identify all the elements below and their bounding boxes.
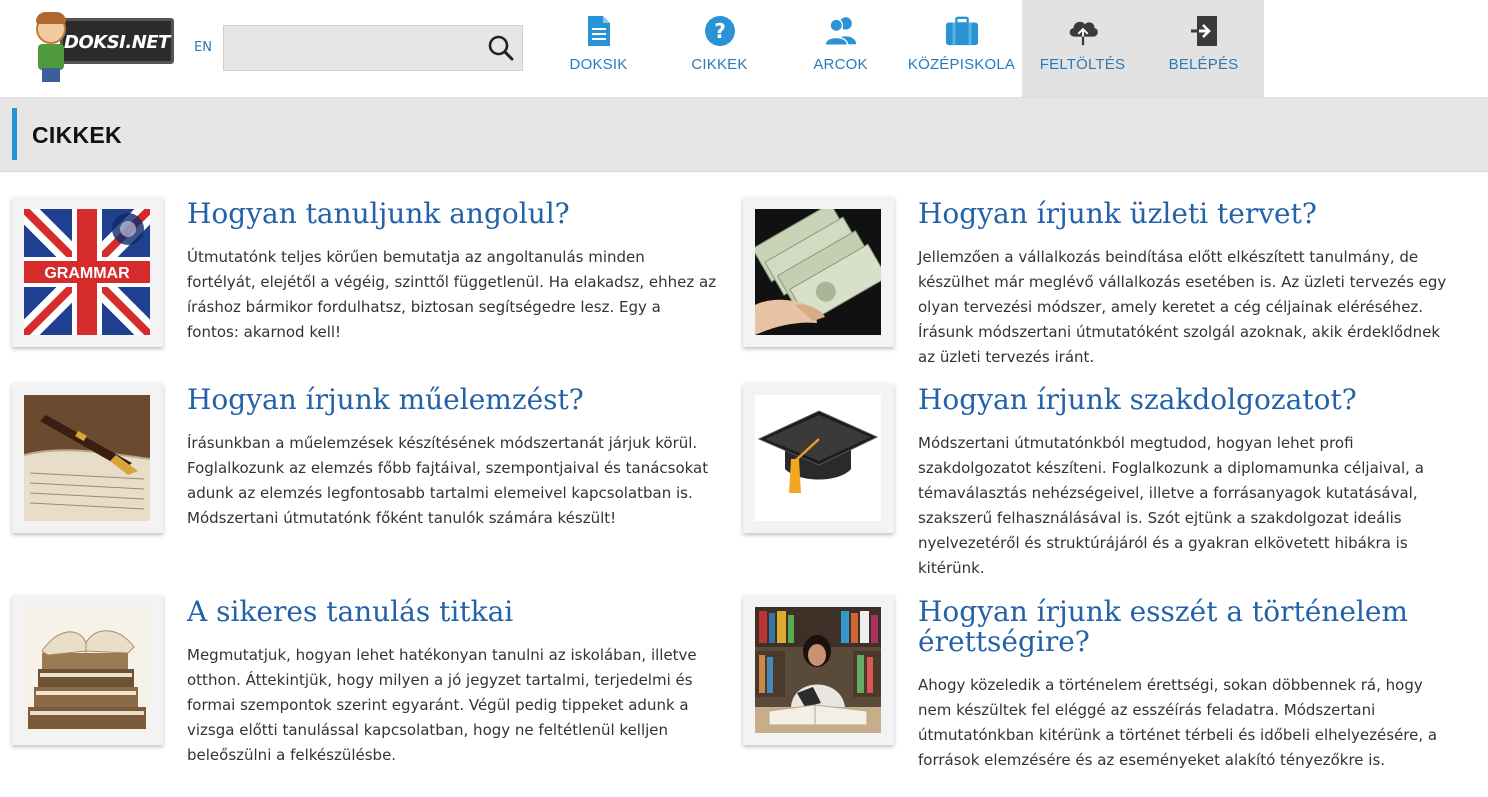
main-nav: DOKSIK ? CIKKEK ARCOK KÖZÉPISKOLA FELTÖL… [538,0,1264,97]
grammar-flag-image: GRAMMAR [24,209,150,335]
article-thumbnail[interactable] [12,383,163,533]
document-icon [582,14,616,48]
article-summary: Jellemzően a vállalkozás beindítása előt… [918,248,1447,366]
article-card: GRAMMAR Hogyan tanuljunk angolul? Útmuta… [12,197,732,367]
section-accent-bar [12,108,17,160]
flag-grammar-text: GRAMMAR [44,265,130,282]
nav-item-belepes[interactable]: BELÉPÉS [1143,0,1264,97]
article-thumbnail[interactable]: GRAMMAR [12,197,163,347]
nav-item-arcok[interactable]: ARCOK [780,0,901,97]
logo-text: DOKSI.NET [64,32,170,53]
site-logo[interactable]: DOKSI.NET [30,10,176,84]
article-thumbnail[interactable] [743,197,894,347]
site-header: DOKSI.NET EN DOKSIK ? CIKKEK ARCOK KÖZÉP… [0,0,1488,98]
nav-label: FELTÖLTÉS [1039,56,1126,73]
article-title-link[interactable]: Hogyan írjunk üzleti tervet? [918,199,1448,229]
logo-boy-legs [42,68,60,82]
section-header: CIKKEK [0,98,1488,172]
article-thumbnail[interactable] [743,595,894,745]
money-image [755,209,881,335]
article-title-link[interactable]: Hogyan tanuljunk angolul? [187,199,717,229]
search-button[interactable] [482,30,520,66]
graduation-cap-image [755,395,881,521]
search-input[interactable] [224,26,474,70]
article-card: Hogyan írjunk üzleti tervet? Jellemzően … [743,197,1463,377]
book-stack-image [24,607,150,733]
nav-label: BELÉPÉS [1168,56,1239,73]
article-title-link[interactable]: Hogyan írjunk műelemzést? [187,385,717,415]
article-thumbnail[interactable] [743,383,894,533]
logo-boy-body [38,44,64,70]
nav-label: ARCOK [813,56,868,73]
article-title-link[interactable]: Hogyan írjunk esszét a történelem éretts… [918,597,1448,657]
article-summary: Módszertani útmutatónkból megtudod, hogy… [918,434,1424,577]
cloud-upload-icon [1066,14,1100,48]
svg-text:?: ? [714,19,726,43]
search-box [223,25,523,71]
nav-item-feltoltes[interactable]: FELTÖLTÉS [1022,0,1143,97]
student-library-image [755,607,881,733]
article-card: Hogyan írjunk szakdolgozatot? Módszertan… [743,383,1463,588]
article-title-link[interactable]: Hogyan írjunk szakdolgozatot? [918,385,1448,415]
article-card: Hogyan írjunk műelemzést? Írásunkban a m… [12,383,732,553]
nav-label: DOKSIK [569,56,628,73]
logo-boy-hair [36,12,66,24]
article-title-link[interactable]: A sikeres tanulás titkai [187,597,717,627]
search-icon [488,35,514,61]
nav-item-doksik[interactable]: DOKSIK [538,0,659,97]
nav-label: KÖZÉPISKOLA [907,56,1016,73]
page-title: CIKKEK [32,122,122,148]
people-icon [823,14,858,48]
nav-item-kozepiskola[interactable]: KÖZÉPISKOLA [901,0,1022,97]
article-summary: Megmutatjuk, hogyan lehet hatékonyan tan… [187,646,697,764]
language-switch[interactable]: EN [194,40,212,55]
question-icon: ? [703,14,737,48]
nav-item-cikkek[interactable]: ? CIKKEK [659,0,780,97]
article-summary: Ahogy közeledik a történelem érettségi, … [918,676,1438,769]
pen-on-book-image [24,395,150,521]
briefcase-icon [945,14,979,48]
article-card: Hogyan írjunk esszét a történelem éretts… [743,595,1463,785]
article-summary: Írásunkban a műelemzések készítésének mó… [187,434,709,527]
nav-label: CIKKEK [691,56,748,73]
article-summary: Útmutatónk teljes körűen bemutatja az an… [187,248,717,341]
article-card: A sikeres tanulás titkai Megmutatjuk, ho… [12,595,732,775]
login-icon [1187,14,1221,48]
article-thumbnail[interactable] [12,595,163,745]
